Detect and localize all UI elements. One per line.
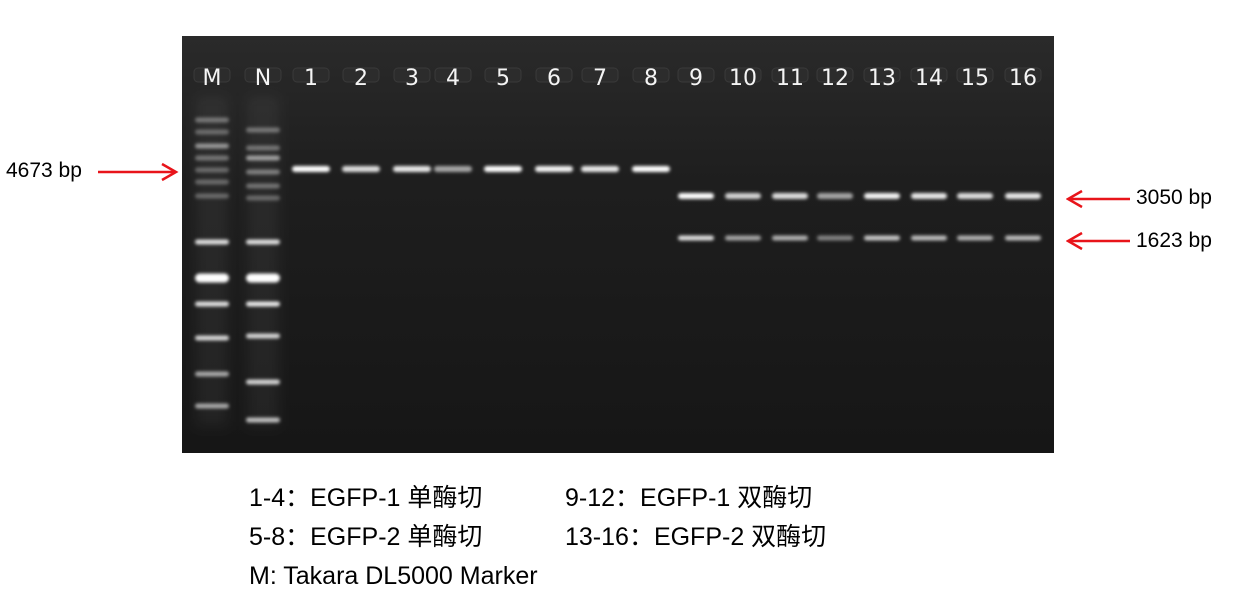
marker-band — [195, 301, 229, 307]
marker-band — [195, 155, 229, 161]
ladder-band — [246, 417, 280, 423]
ladder-band — [246, 301, 280, 307]
ladder-band — [246, 127, 280, 133]
marker-band — [195, 371, 229, 377]
marker-band — [195, 143, 229, 149]
lane-label-2: 2 — [354, 66, 368, 91]
lane-label-5: 5 — [496, 66, 510, 91]
sample-band-1623 — [911, 235, 947, 241]
sample-band-4673 — [292, 166, 330, 172]
lane-label-9: 9 — [689, 66, 703, 91]
legend-row3: M: Takara DL5000 Marker — [249, 562, 538, 590]
marker-band — [195, 167, 229, 173]
gel-image: M N 1 2 3 4 5 6 7 8 9 10 11 12 13 14 15 16 — [182, 36, 1054, 453]
sample-band-4673 — [434, 166, 472, 172]
sample-band-1623 — [864, 235, 900, 241]
ladder-band — [246, 195, 280, 201]
lane-label-m: M — [202, 66, 222, 91]
sample-band-4673 — [632, 166, 670, 172]
lane-label-n: N — [254, 66, 272, 91]
sample-band-1623 — [725, 235, 761, 241]
marker-band — [195, 273, 229, 283]
sample-band-4673 — [581, 166, 619, 172]
legend-row2-col1: 5-8：EGFP-2 单酶切 — [249, 523, 483, 551]
lane-label-1: 1 — [304, 66, 318, 91]
sample-band-3050 — [1005, 193, 1041, 199]
marker-band — [195, 403, 229, 409]
lane-label-10: 10 — [729, 66, 757, 91]
legend-row1-col1: 1-4：EGFP-1 单酶切 — [249, 484, 483, 512]
lane-label-11: 11 — [776, 66, 804, 91]
lane-label-16: 16 — [1009, 66, 1037, 91]
lane-label-13: 13 — [868, 66, 896, 91]
lane-label-15: 15 — [961, 66, 989, 91]
arrow-left-icon — [1066, 189, 1130, 209]
ladder-band — [246, 239, 280, 245]
sample-band-4673 — [342, 166, 380, 172]
sample-band-1623 — [957, 235, 993, 241]
sample-band-4673 — [535, 166, 573, 172]
ladder-band — [246, 155, 280, 161]
sample-band-1623 — [1005, 235, 1041, 241]
lane-label-7: 7 — [593, 66, 607, 91]
sample-band-4673 — [484, 166, 522, 172]
marker-band — [195, 117, 229, 123]
sample-band-3050 — [957, 193, 993, 199]
sample-band-1623 — [817, 235, 853, 241]
sample-band-3050 — [772, 193, 808, 199]
ladder-band — [246, 145, 280, 151]
marker-band — [195, 193, 229, 199]
ladder-band — [246, 273, 280, 283]
lane-label-3: 3 — [405, 66, 419, 91]
marker-band — [195, 239, 229, 245]
lane-label-8: 8 — [644, 66, 658, 91]
lane-label-4: 4 — [446, 66, 460, 91]
gel-bands-layer — [182, 36, 1054, 453]
marker-band — [195, 179, 229, 185]
lane-label-6: 6 — [547, 66, 561, 91]
sample-band-3050 — [864, 193, 900, 199]
ladder-band — [246, 183, 280, 189]
sample-band-3050 — [725, 193, 761, 199]
sample-band-3050 — [817, 193, 853, 199]
legend-row1-col2: 9-12：EGFP-1 双酶切 — [565, 484, 813, 512]
lane-label-14: 14 — [915, 66, 943, 91]
sample-band-3050 — [678, 193, 714, 199]
marker-label-4673: 4673 bp — [6, 159, 82, 182]
sample-band-1623 — [772, 235, 808, 241]
ladder-band — [246, 169, 280, 175]
lane-label-12: 12 — [821, 66, 849, 91]
sample-band-3050 — [911, 193, 947, 199]
marker-label-3050: 3050 bp — [1136, 186, 1212, 209]
marker-label-1623: 1623 bp — [1136, 229, 1212, 252]
marker-band — [195, 335, 229, 341]
ladder-band — [246, 333, 280, 339]
marker-band — [195, 129, 229, 135]
ladder-band — [246, 379, 280, 385]
arrow-right-icon — [98, 162, 179, 182]
sample-band-4673 — [393, 166, 431, 172]
legend-row2-col2: 13-16：EGFP-2 双酶切 — [565, 523, 827, 551]
arrow-left-icon — [1066, 231, 1130, 251]
sample-band-1623 — [678, 235, 714, 241]
